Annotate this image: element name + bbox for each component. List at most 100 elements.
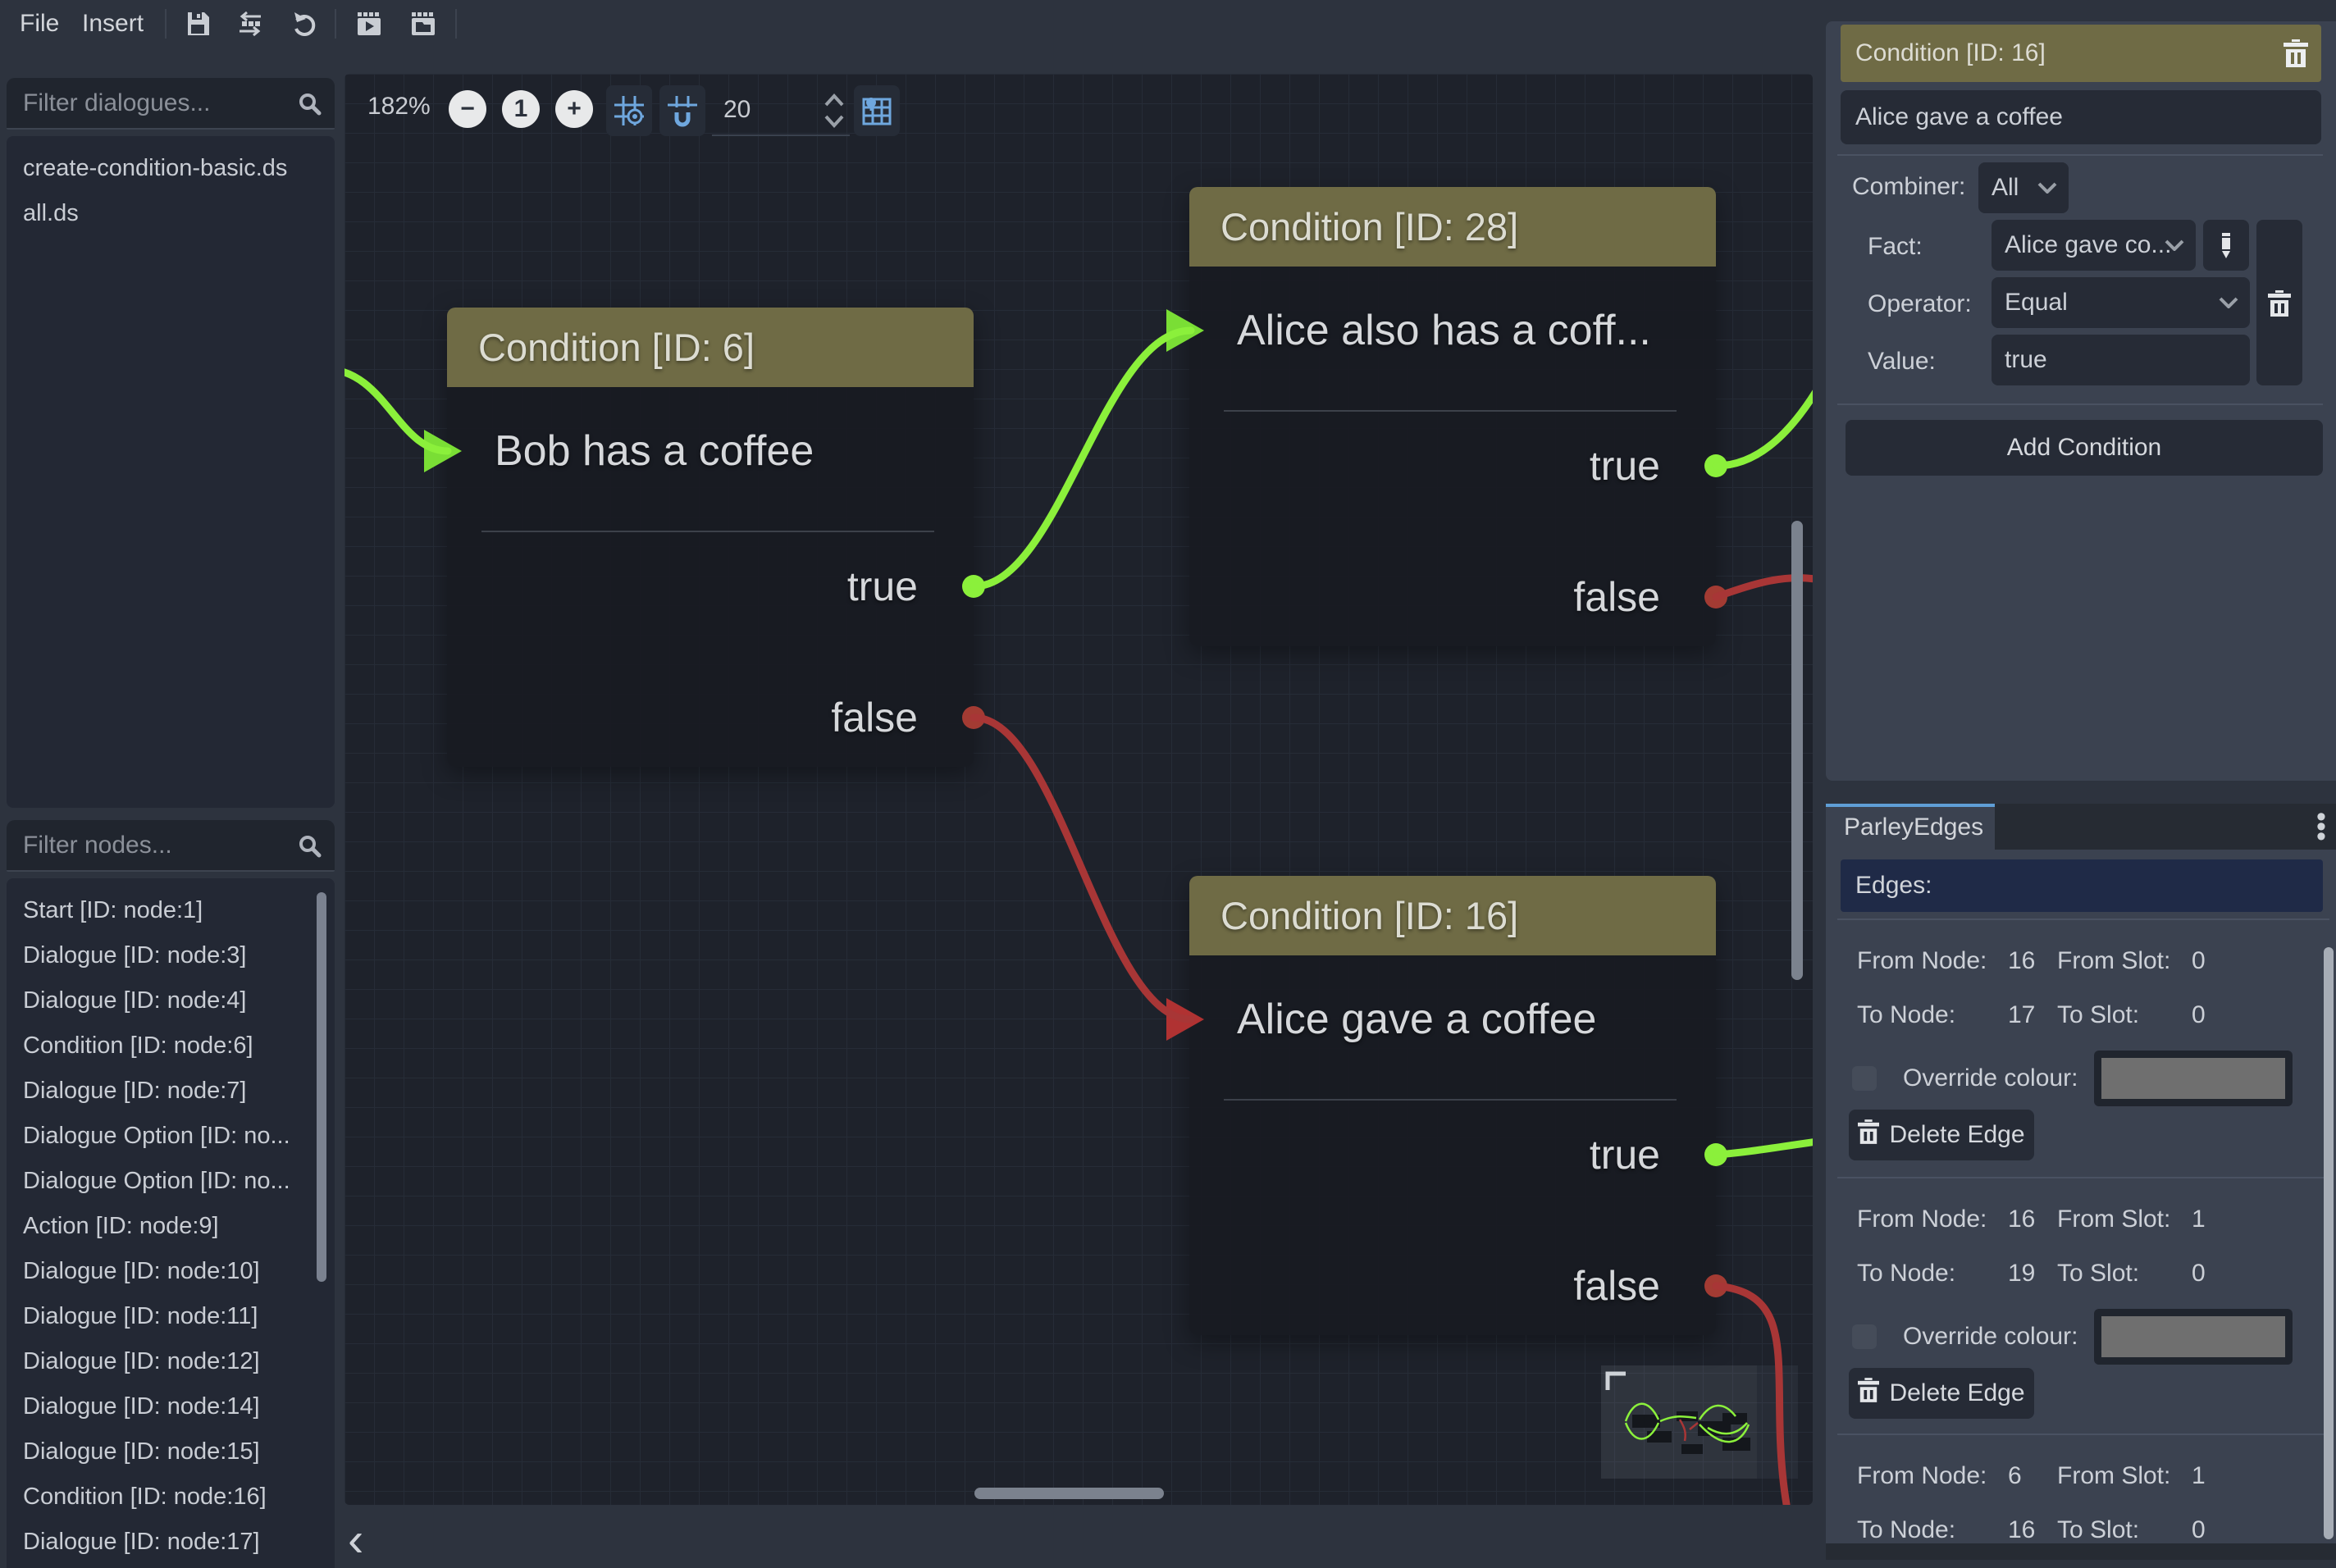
divider [1837, 1177, 2329, 1178]
tab-parley-edges[interactable]: ParleyEdges [1826, 804, 1995, 850]
list-item[interactable]: Condition [ID: node:6] [7, 1023, 335, 1069]
list-item[interactable]: Dialogue [ID: node:17] [7, 1520, 335, 1565]
override-colour-label: Override colour: [1903, 1324, 2078, 1349]
to-node-value: 19 [2008, 1252, 2035, 1295]
list-item[interactable]: Dialogue [ID: node:10] [7, 1249, 335, 1294]
node-condition-name: Bob has a coffee [495, 399, 814, 503]
value-label: Value: [1868, 348, 1936, 376]
output-port-true[interactable] [1704, 1143, 1727, 1166]
edges-dock-scrollbar[interactable] [2324, 947, 2334, 1539]
override-colour-checkbox[interactable] [1852, 1066, 1877, 1091]
output-slot-false: false [1573, 1248, 1660, 1324]
swatch-color [2101, 1316, 2285, 1357]
override-colour-swatch[interactable] [2094, 1309, 2293, 1365]
undo-icon[interactable] [290, 8, 321, 39]
list-item[interactable]: Dialogue [ID: node:7] [7, 1069, 335, 1114]
list-item[interactable]: Dialogue Option [ID: no... [7, 1114, 335, 1159]
menu-file[interactable]: File [20, 0, 59, 47]
minimap-toggle[interactable] [854, 85, 900, 136]
canvas-horizontal-scrollbar[interactable] [974, 1488, 1164, 1499]
dock-menu-icon[interactable]: ••• [2313, 812, 2329, 841]
snap-magnet-toggle[interactable] [659, 85, 705, 136]
nodes-list-scrollbar[interactable] [317, 892, 326, 1282]
run-scene-icon[interactable] [408, 8, 439, 39]
edge-c6-true-to-c28 [974, 330, 1191, 586]
graph-minimap[interactable] [1601, 1365, 1798, 1479]
list-item[interactable]: Dialogue [ID: node:4] [7, 978, 335, 1023]
list-item[interactable]: Dialogue [ID: node:15] [7, 1429, 335, 1475]
delete-edge-label: Delete Edge [1889, 1121, 2024, 1149]
list-item[interactable]: Dialogue [ID: node:3] [7, 933, 335, 978]
dialogues-filter [7, 78, 335, 130]
node-title[interactable]: Condition [ID: 16] [1189, 876, 1716, 955]
output-port-true[interactable] [1704, 454, 1727, 477]
filter-nodes-input[interactable] [23, 820, 294, 870]
spinbox-arrows-icon[interactable] [824, 92, 845, 134]
graph-node-condition-28[interactable]: Condition [ID: 28] Alice also has a coff… [1189, 187, 1716, 646]
zoom-in-button[interactable]: + [555, 90, 593, 128]
output-port-false[interactable] [962, 706, 985, 729]
override-colour-checkbox[interactable] [1852, 1324, 1877, 1349]
save-icon[interactable] [182, 8, 213, 39]
edge-from-row: From Node: 6 From Slot: 1 [1826, 1455, 2336, 1497]
delete-condition-button[interactable] [2256, 220, 2302, 385]
canvas-vertical-scrollbar[interactable] [1791, 521, 1803, 980]
list-item[interactable]: Dialogue [ID: node:11] [7, 1294, 335, 1339]
list-item[interactable]: Action [ID: node:9] [7, 1204, 335, 1249]
zoom-out-button[interactable]: − [449, 90, 486, 128]
node-title[interactable]: Condition [ID: 6] [447, 308, 974, 387]
node-divider [481, 531, 934, 532]
output-slot-true: true [1590, 1117, 1660, 1192]
list-item[interactable]: Dialogue [ID: node:12] [7, 1339, 335, 1384]
filter-dialogues-input[interactable] [23, 78, 294, 128]
search-icon [297, 833, 322, 862]
tab-label: ParleyEdges [1826, 807, 1995, 848]
reorder-icon[interactable] [235, 8, 266, 39]
override-colour-swatch[interactable] [2094, 1051, 2293, 1106]
menu-insert[interactable]: Insert [82, 0, 144, 47]
output-slot-false: false [831, 680, 918, 755]
add-condition-button[interactable]: Add Condition [1846, 420, 2323, 476]
output-port-true[interactable] [962, 575, 985, 598]
list-item[interactable]: Dialogue Option [ID: no... [7, 1159, 335, 1204]
run-dialogue-icon[interactable] [354, 8, 385, 39]
operator-dropdown[interactable]: Equal [1992, 277, 2250, 328]
to-slot-value: 0 [2192, 1252, 2206, 1295]
fact-label: Fact: [1868, 233, 1923, 261]
input-port-arrow-icon[interactable] [422, 428, 463, 478]
graph-node-condition-6[interactable]: Condition [ID: 6] Bob has a coffee true … [447, 308, 974, 767]
graph-canvas[interactable]: 182% − 1 + 20 Condition [ID: 6] Bob has … [344, 74, 1813, 1505]
to-node-value: 17 [2008, 994, 2035, 1037]
toolbar-separator [165, 9, 167, 39]
snap-distance-spinbox[interactable]: 20 [712, 85, 850, 136]
list-item[interactable]: all.ds [7, 191, 335, 236]
list-item[interactable]: create-condition-basic.ds [7, 146, 335, 191]
input-port-arrow-icon[interactable] [1165, 996, 1206, 1046]
node-title[interactable]: Condition [ID: 28] [1189, 187, 1716, 267]
condition-name-value: Alice gave a coffee [1855, 90, 2063, 144]
delete-edge-button[interactable]: Delete Edge [1849, 1368, 2034, 1419]
zoom-reset-button[interactable]: 1 [502, 90, 540, 128]
to-slot-value: 0 [2192, 1509, 2206, 1543]
list-item[interactable]: Start [ID: node:1] [7, 888, 335, 933]
sidebar-collapse-chevron[interactable]: ‹ [348, 1512, 363, 1567]
fact-dropdown[interactable]: Alice gave co... [1992, 220, 2196, 271]
combiner-dropdown[interactable]: All [1978, 162, 2069, 213]
input-port-arrow-icon[interactable] [1165, 308, 1206, 358]
output-port-false[interactable] [1704, 586, 1727, 609]
delete-node-icon[interactable] [2284, 39, 2308, 71]
from-slot-value: 0 [2192, 940, 2206, 982]
snap-grid-toggle[interactable] [606, 85, 652, 136]
list-item[interactable]: Condition [ID: node:16] [7, 1475, 335, 1520]
list-item[interactable]: Dialogue [ID: node:14] [7, 1384, 335, 1429]
graph-node-condition-16[interactable]: Condition [ID: 16] Alice gave a coffee t… [1189, 876, 1716, 1335]
edges-header: Edges: [1841, 859, 2323, 912]
edit-fact-button[interactable] [2203, 220, 2249, 271]
output-port-false[interactable] [1704, 1274, 1727, 1297]
value-input[interactable]: true [1992, 335, 2250, 385]
output-slot-true: true [847, 549, 918, 624]
delete-edge-button[interactable]: Delete Edge [1849, 1110, 2034, 1160]
operator-label: Operator: [1868, 290, 1972, 318]
edge-to-row: To Node: 19 To Slot: 0 [1826, 1252, 2336, 1295]
condition-name-field[interactable]: Alice gave a coffee [1841, 90, 2321, 144]
